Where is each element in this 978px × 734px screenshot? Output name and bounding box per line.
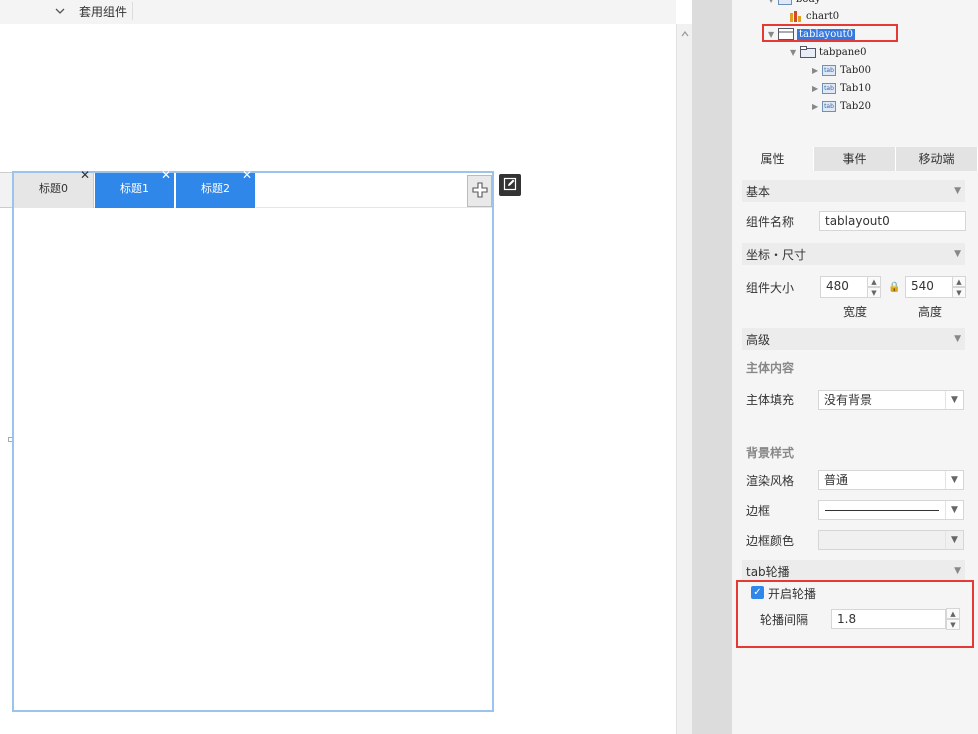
tab-title1[interactable]: 标题1 ✕: [95, 168, 175, 208]
tab-icon: tab: [822, 64, 836, 76]
component-tree: ▼ body chart0 ▼ tablayout0 ▼ tabpane0 ▶: [732, 0, 978, 146]
vertical-scrollbar[interactable]: [676, 24, 692, 734]
left-ruler-stub: [0, 172, 12, 208]
edit-widget-button[interactable]: [499, 174, 521, 196]
panel-splitter[interactable]: [692, 0, 732, 734]
body-fill-select[interactable]: 没有背景 ▼: [818, 390, 964, 410]
border-color-label: 边框颜色: [746, 534, 795, 548]
expand-arrow-icon[interactable]: ▶: [812, 84, 822, 93]
section-advanced[interactable]: 高级 ▼: [742, 328, 965, 350]
chevron-down-icon: ▼: [954, 566, 961, 576]
border-label: 边框: [746, 504, 771, 518]
tab-properties[interactable]: 属性: [732, 147, 814, 171]
close-icon[interactable]: ✕: [242, 163, 252, 187]
edit-icon: [503, 177, 517, 194]
tab-icon: tab: [822, 100, 836, 112]
tab-mobile[interactable]: 移动端: [896, 147, 978, 171]
chevron-down-icon: ▼: [954, 249, 961, 259]
section-coords-size[interactable]: 坐标・尺寸 ▼: [742, 243, 965, 265]
panel-tabs: 属性 事件 移动端: [732, 147, 978, 171]
tab-events[interactable]: 事件: [814, 147, 896, 171]
component-size-label: 组件大小: [746, 281, 795, 295]
top-toolbar: 套用组件: [0, 0, 676, 24]
tree-item-tab00[interactable]: ▶ tab Tab00: [812, 62, 871, 78]
height-stepper[interactable]: ▲ ▼: [952, 276, 966, 298]
tree-item-chart0[interactable]: chart0: [788, 8, 839, 24]
chevron-down-icon: ▼: [954, 186, 961, 196]
border-color-select[interactable]: ▼: [818, 530, 964, 550]
component-name-input[interactable]: tablayout0: [819, 211, 966, 231]
solid-line-sample: [825, 510, 939, 511]
chevron-down-icon: ▼: [945, 391, 963, 409]
tab-label: 标题2: [201, 182, 230, 195]
tab-bar: 标题0 ✕ 标题1 ✕ 标题2 ✕: [14, 168, 492, 208]
close-icon[interactable]: ✕: [80, 163, 90, 187]
expand-arrow-icon[interactable]: ▶: [812, 66, 822, 75]
scroll-up-icon[interactable]: [680, 28, 690, 38]
chevron-down-icon: ▼: [954, 334, 961, 344]
tree-item-tabpane0[interactable]: ▼ tabpane0: [790, 44, 866, 60]
add-tab-button[interactable]: [467, 175, 492, 207]
apply-component-button[interactable]: 套用组件: [79, 3, 127, 20]
chevron-down-icon: ▼: [945, 471, 963, 489]
width-stepper[interactable]: ▲ ▼: [867, 276, 881, 298]
chevron-down-icon: ▼: [945, 501, 963, 519]
plus-icon: [471, 181, 489, 202]
border-select[interactable]: ▼: [818, 500, 964, 520]
close-icon[interactable]: ✕: [161, 163, 171, 187]
tab-icon: tab: [822, 82, 836, 94]
render-style-select[interactable]: 普通 ▼: [818, 470, 964, 490]
tree-highlight-box: [762, 24, 898, 42]
tree-item-tab10[interactable]: ▶ tab Tab10: [812, 80, 871, 96]
width-caption: 宽度: [843, 305, 868, 319]
body-fill-label: 主体填充: [746, 393, 795, 407]
lock-icon[interactable]: 🔒: [888, 282, 900, 293]
body-content-heading: 主体内容: [746, 361, 795, 375]
carousel-highlight-box: [736, 580, 974, 648]
height-caption: 高度: [918, 305, 943, 319]
expand-arrow-icon[interactable]: ▶: [812, 102, 822, 111]
height-input[interactable]: 540: [905, 276, 953, 298]
tabpane-icon: [800, 46, 816, 58]
background-style-heading: 背景样式: [746, 446, 795, 460]
component-name-label: 组件名称: [746, 215, 795, 229]
toolbar-divider: [132, 2, 133, 20]
width-input[interactable]: 480: [820, 276, 868, 298]
chart-icon: [788, 9, 802, 23]
chevron-down-icon: ▼: [945, 531, 963, 549]
tab-title2[interactable]: 标题2 ✕: [176, 168, 256, 208]
tab-title0[interactable]: 标题0 ✕: [14, 168, 94, 208]
section-basic[interactable]: 基本 ▼: [742, 180, 965, 202]
body-icon: [778, 0, 792, 5]
chevron-down-icon[interactable]: [53, 4, 67, 18]
expand-arrow-icon[interactable]: ▼: [768, 0, 778, 4]
tab-label: 标题1: [120, 182, 149, 195]
render-style-label: 渲染风格: [746, 474, 795, 488]
tab-label: 标题0: [39, 182, 68, 195]
tree-item-body[interactable]: ▼ body: [768, 0, 820, 7]
expand-arrow-icon[interactable]: ▼: [790, 48, 800, 57]
tablayout-widget[interactable]: 标题0 ✕ 标题1 ✕ 标题2 ✕: [12, 168, 494, 712]
section-tab-carousel[interactable]: tab轮播 ▼: [742, 560, 965, 582]
tree-item-tab20[interactable]: ▶ tab Tab20: [812, 98, 871, 114]
